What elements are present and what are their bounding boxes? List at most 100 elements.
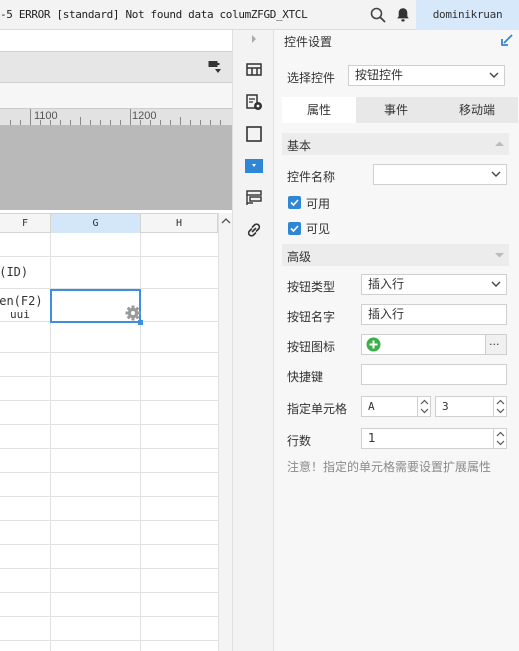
target-cell-column-input[interactable]: A xyxy=(361,396,431,417)
condition-attributes-icon[interactable] xyxy=(244,188,264,208)
ruler-label: 1200 xyxy=(132,110,157,122)
button-icon-label: 按钮图标 xyxy=(287,340,336,354)
canvas-top xyxy=(0,83,232,108)
grid-line xyxy=(0,400,218,401)
ruler-tick xyxy=(60,120,61,125)
section-advanced[interactable]: 高级 xyxy=(282,244,509,266)
column-stepper[interactable] xyxy=(417,397,430,416)
select-control-dropdown[interactable]: 按钮控件 xyxy=(348,65,505,86)
check-icon xyxy=(290,199,299,207)
target-cell-row-input[interactable]: 3 xyxy=(435,396,507,417)
check-icon xyxy=(290,225,299,233)
ruler-tick xyxy=(210,120,211,125)
column-header-f[interactable]: F xyxy=(0,214,51,233)
cell-f-sub: uui xyxy=(10,308,30,321)
column-header-h[interactable]: H xyxy=(141,214,218,233)
shortcut-input[interactable] xyxy=(361,364,507,385)
error-message: -5 ERROR [standard] Not found data colum… xyxy=(0,8,308,21)
grid-line xyxy=(0,448,218,449)
enabled-checkbox[interactable] xyxy=(288,196,301,209)
expand-arrow-icon[interactable] xyxy=(249,32,259,46)
grid-line xyxy=(0,640,218,641)
chevron-down-icon xyxy=(489,72,499,78)
select-control-value: 按钮控件 xyxy=(355,68,404,82)
vertical-scrollbar[interactable] xyxy=(218,213,232,651)
cell-properties-icon[interactable] xyxy=(244,60,264,80)
spreadsheet-grid[interactable]: G(ID) len(F2) uui xyxy=(0,233,218,651)
ruler-tick xyxy=(190,120,191,125)
ruler-tick xyxy=(10,120,11,125)
ruler-tick xyxy=(30,109,31,125)
add-icon xyxy=(366,337,381,352)
search-icon[interactable] xyxy=(370,7,386,23)
ruler-tick xyxy=(200,120,201,125)
control-name-field[interactable] xyxy=(373,164,507,185)
select-control-label: 选择控件 xyxy=(287,71,336,85)
ruler-tick xyxy=(100,120,101,125)
chevron-up-icon xyxy=(495,141,504,146)
scroll-up-icon[interactable] xyxy=(221,216,231,226)
button-type-label: 按钮类型 xyxy=(287,280,336,294)
ruler: 1100 1200 xyxy=(0,108,232,126)
panel-icon-bar xyxy=(232,30,274,651)
button-icon-field[interactable] xyxy=(361,334,486,355)
widget-settings-icon[interactable] xyxy=(244,156,264,176)
grid-line xyxy=(0,568,218,569)
bell-icon[interactable] xyxy=(396,7,410,23)
tab-properties[interactable]: 属性 xyxy=(282,97,356,123)
shortcut-label: 快捷键 xyxy=(287,370,324,384)
icon-more-button[interactable]: ··· xyxy=(485,334,507,355)
format-painter-icon[interactable] xyxy=(208,60,222,74)
button-type-dropdown[interactable]: 插入行 xyxy=(361,274,507,295)
grid-line xyxy=(0,256,218,257)
cell-f-len[interactable]: len(F2) xyxy=(0,294,43,308)
selected-cell[interactable] xyxy=(50,289,143,325)
ruler-tick xyxy=(70,120,71,125)
grid-line xyxy=(0,616,218,617)
visible-checkbox[interactable] xyxy=(288,222,301,235)
formula-bar[interactable] xyxy=(0,51,232,83)
stepper-arrows-icon xyxy=(496,431,505,446)
target-cell-column-value: A xyxy=(368,400,375,413)
button-name-input[interactable]: 插入行 xyxy=(361,304,507,325)
grid-line xyxy=(0,592,218,593)
gear-icon[interactable] xyxy=(125,305,141,321)
section-advanced-title: 高级 xyxy=(287,250,312,264)
toolbar-strip xyxy=(0,30,232,51)
tab-mobile[interactable]: 移动端 xyxy=(436,97,518,123)
ruler-tick xyxy=(220,120,221,125)
collapse-panel-icon[interactable] xyxy=(500,33,514,47)
fill-handle[interactable] xyxy=(138,320,143,325)
button-name-label: 按钮名字 xyxy=(287,310,336,324)
row-stepper[interactable] xyxy=(493,397,506,416)
tab-events[interactable]: 事件 xyxy=(356,97,436,123)
cell-element-icon[interactable] xyxy=(244,92,264,112)
ruler-tick xyxy=(40,120,41,125)
column-header-g[interactable]: G xyxy=(51,214,141,233)
column-header: F G H xyxy=(0,213,218,233)
row-count-stepper[interactable] xyxy=(493,429,506,448)
panel-title: 控件设置 xyxy=(284,35,333,49)
cell-f-id[interactable]: G(ID) xyxy=(0,265,28,279)
grid-line xyxy=(0,472,218,473)
property-tabs: 属性 事件 移动端 xyxy=(274,97,519,123)
target-cell-label: 指定单元格 xyxy=(287,402,348,416)
ruler-label: 1100 xyxy=(34,110,58,122)
chevron-down-icon xyxy=(491,171,501,177)
grid-line xyxy=(0,496,218,497)
row-count-input[interactable]: 1 xyxy=(361,428,507,449)
frame-icon[interactable] xyxy=(244,124,264,144)
ruler-tick xyxy=(110,120,111,125)
ruler-tick xyxy=(90,120,91,125)
ruler-tick xyxy=(170,120,171,125)
section-basic[interactable]: 基本 xyxy=(282,133,509,155)
hyperlink-icon[interactable] xyxy=(244,220,264,240)
user-account[interactable]: dominikruan xyxy=(416,0,519,30)
grid-line xyxy=(0,520,218,521)
control-name-label: 控件名称 xyxy=(287,170,336,184)
chevron-down-icon xyxy=(495,253,504,258)
row-count-label: 行数 xyxy=(287,434,312,448)
stepper-arrows-icon xyxy=(420,399,429,414)
ruler-tick xyxy=(140,120,141,125)
ruler-tick xyxy=(120,120,121,125)
